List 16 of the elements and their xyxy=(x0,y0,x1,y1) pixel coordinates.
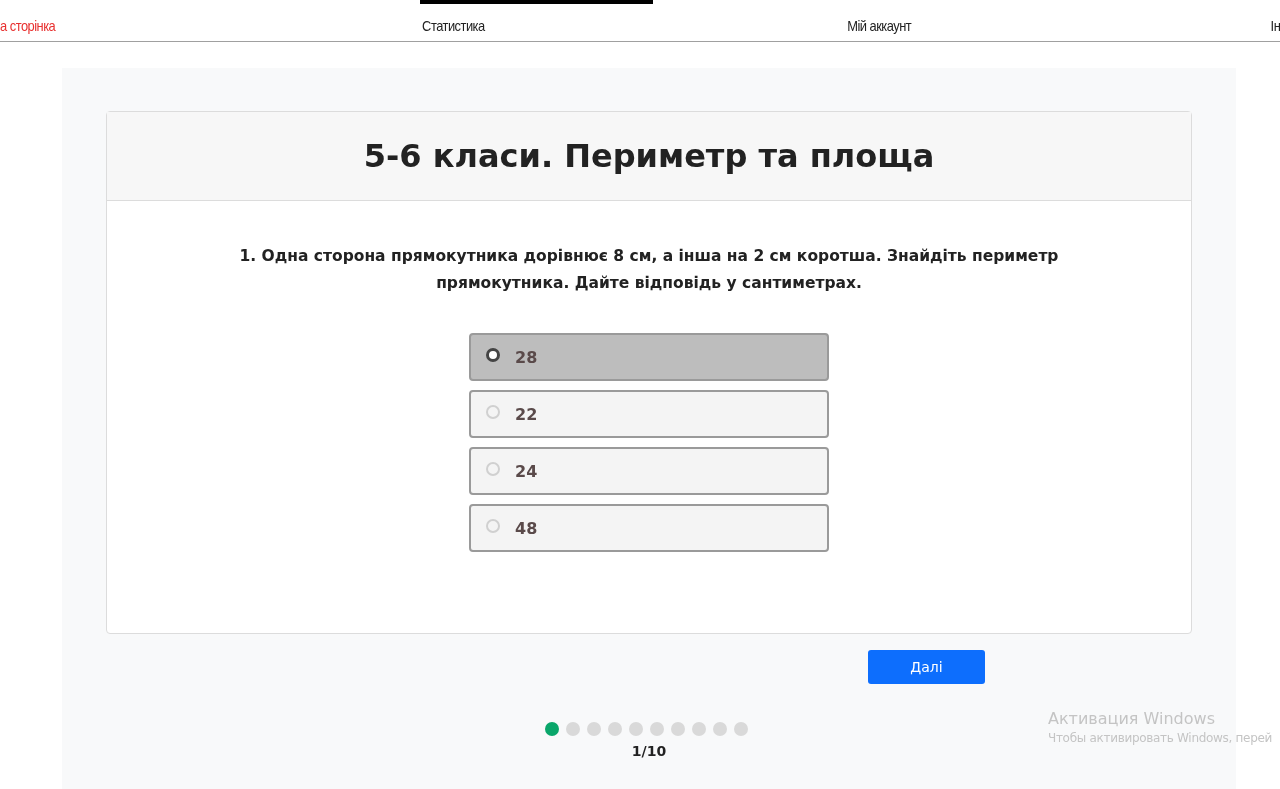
answer-option[interactable]: 48 xyxy=(469,504,829,552)
next-button[interactable]: Далі xyxy=(868,650,985,684)
question-text: 1. Одна сторона прямокутника дорівнює 8 см, а інша на 2 см коротша. Знайдіть периметр прямокутника. Дайте відповідь у сантиметрах. xyxy=(238,246,1060,294)
radio-icon xyxy=(486,461,500,476)
answer-option[interactable]: 28 xyxy=(469,333,829,381)
radio-icon xyxy=(486,518,500,533)
nav-link[interactable]: Мій аккаунт xyxy=(847,17,912,34)
radio-icon xyxy=(486,404,500,419)
nav-link[interactable]: Статистика xyxy=(421,17,485,34)
quiz-title: 5-6 класи. Периметр та площа xyxy=(363,137,935,175)
nav-link[interactable]: а сторінка xyxy=(0,17,56,34)
question-counter: 1/10 xyxy=(630,743,668,759)
answer-option[interactable]: 22 xyxy=(469,390,829,438)
nav-link[interactable]: Ін xyxy=(1270,17,1280,34)
radio-icon xyxy=(486,347,500,362)
answer-option[interactable]: 24 xyxy=(469,447,829,495)
